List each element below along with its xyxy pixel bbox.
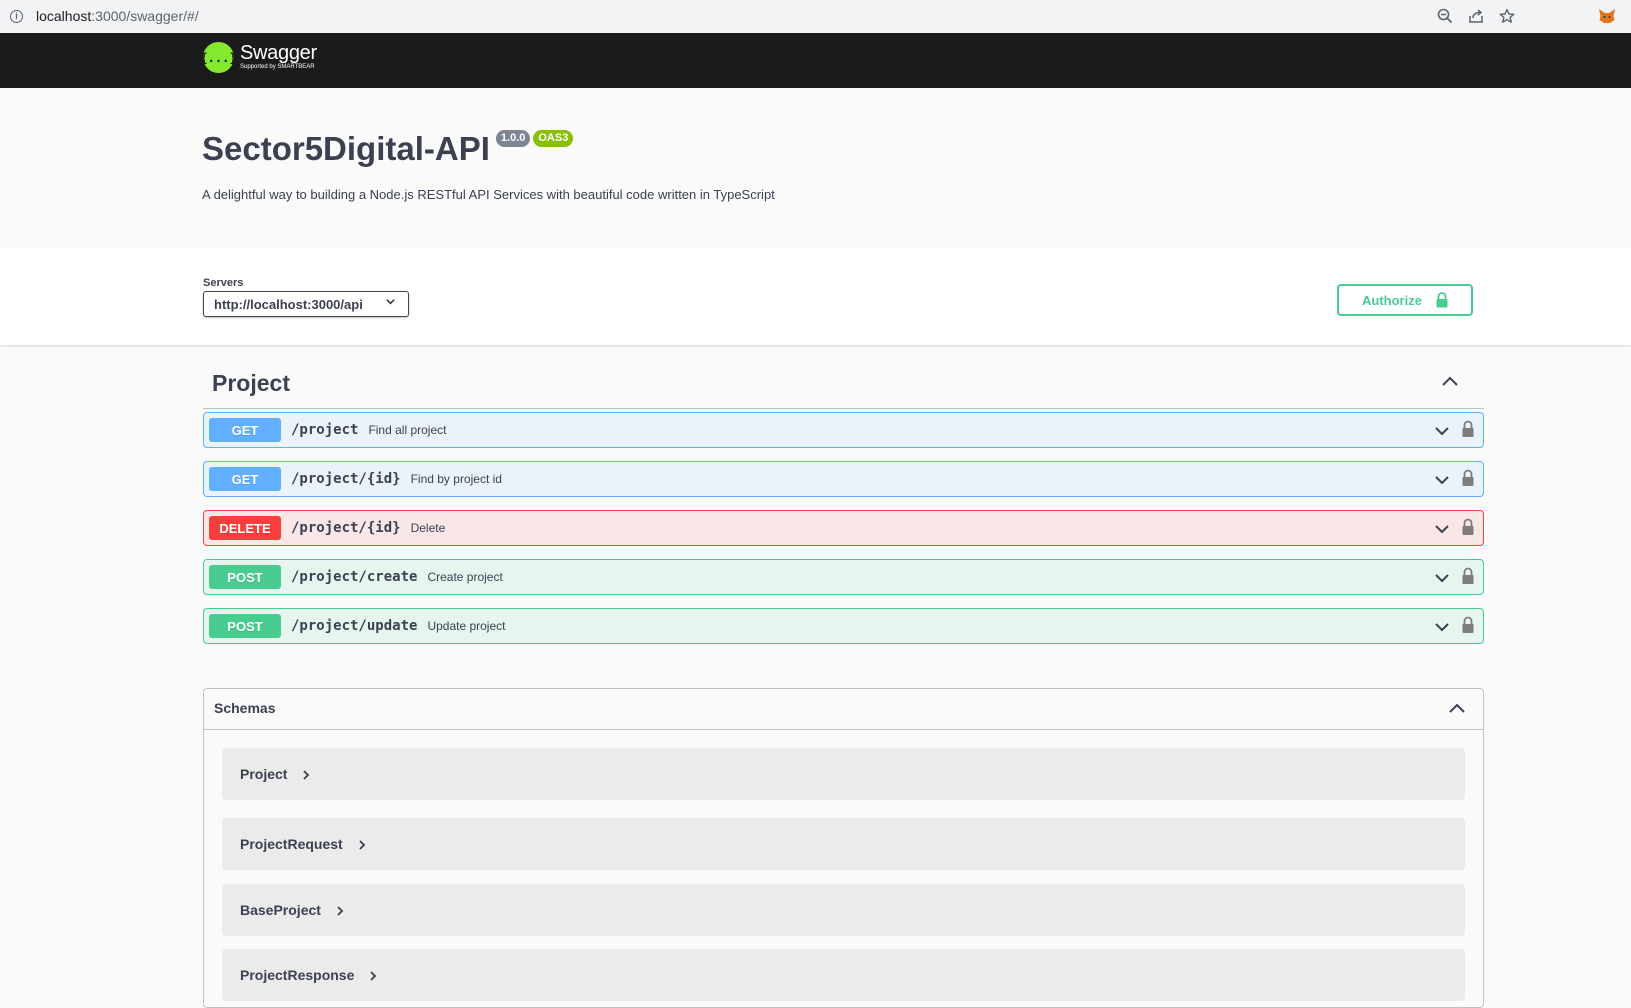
- lock-icon[interactable]: [1461, 616, 1475, 634]
- chevron-down-icon[interactable]: [1433, 520, 1451, 538]
- operation-summary: Find by project id: [410, 472, 502, 486]
- operation-get-project-id[interactable]: GET /project/{id} Find by project id: [203, 461, 1484, 497]
- schema-name: ProjectRequest: [240, 836, 343, 852]
- lock-icon[interactable]: [1461, 567, 1475, 585]
- chevron-right-icon: [368, 969, 378, 981]
- zoom-icon[interactable]: [1435, 6, 1455, 26]
- chevron-down-icon[interactable]: [1433, 618, 1451, 636]
- schema-name: BaseProject: [240, 902, 321, 918]
- schemas-header[interactable]: Schemas: [204, 689, 1483, 730]
- chevron-up-icon[interactable]: [1438, 370, 1462, 394]
- authorize-button[interactable]: Authorize: [1337, 284, 1473, 316]
- api-info: Sector5Digital-API 1.0.0 OAS3 A delightf…: [0, 88, 1631, 248]
- method-badge: POST: [209, 565, 281, 589]
- version-badge: 1.0.0: [495, 130, 531, 147]
- schema-name: Project: [240, 766, 288, 782]
- lock-icon[interactable]: [1461, 420, 1475, 438]
- swagger-topbar: {...} Swagger Supported by SMARTBEAR: [0, 33, 1631, 88]
- operation-path: /project: [291, 422, 359, 438]
- swagger-logo-icon: {...}: [200, 42, 237, 73]
- chevron-down-icon[interactable]: [1433, 471, 1451, 489]
- operation-path: /project/{id}: [291, 520, 401, 536]
- operation-post-project-create[interactable]: POST /project/create Create project: [203, 559, 1484, 595]
- lock-icon: [1436, 292, 1448, 308]
- chevron-down-icon[interactable]: [1433, 422, 1451, 440]
- chevron-right-icon: [357, 838, 367, 850]
- info-icon[interactable]: i: [10, 9, 23, 23]
- scheme-container: Servers http://localhost:3000/api Author…: [0, 248, 1631, 345]
- operation-path: /project/create: [291, 569, 418, 585]
- method-badge: POST: [209, 614, 281, 638]
- servers-select[interactable]: http://localhost:3000/api: [203, 291, 409, 317]
- bookmark-star-icon[interactable]: [1497, 6, 1517, 26]
- schemas-section: Schemas Project ProjectRequest BaseProje…: [203, 688, 1484, 1008]
- browser-toolbar: i localhost:3000/swagger/#/: [0, 0, 1631, 33]
- chevron-right-icon: [301, 768, 311, 780]
- schema-item-project[interactable]: Project: [222, 748, 1465, 800]
- operation-summary: Create project: [427, 570, 503, 584]
- operation-path: /project/{id}: [291, 471, 401, 487]
- tag-section-project[interactable]: Project: [203, 358, 1484, 409]
- chevron-down-icon: [385, 296, 396, 310]
- servers-label: Servers: [203, 277, 244, 289]
- operation-summary: Update project: [427, 619, 506, 633]
- operation-delete-project-id[interactable]: DELETE /project/{id} Delete: [203, 510, 1484, 546]
- tag-title: Project: [212, 370, 290, 396]
- api-description: A delightful way to building a Node.js R…: [202, 187, 775, 202]
- chevron-down-icon[interactable]: [1433, 569, 1451, 587]
- logo-subtitle: Supported by SMARTBEAR: [240, 64, 315, 70]
- schema-item-baseproject[interactable]: BaseProject: [222, 884, 1465, 936]
- operation-summary: Delete: [410, 521, 446, 535]
- operation-get-project[interactable]: GET /project Find all project: [203, 412, 1484, 448]
- address-bar[interactable]: i localhost:3000/swagger/#/: [4, 3, 1592, 29]
- url-text[interactable]: localhost:3000/swagger/#/: [36, 8, 199, 24]
- operation-summary: Find all project: [368, 423, 447, 437]
- logo-wordmark: Swagger: [240, 42, 317, 64]
- lock-icon[interactable]: [1461, 518, 1475, 536]
- api-title: Sector5Digital-API 1.0.0 OAS3: [202, 130, 574, 168]
- schemas-title: Schemas: [214, 700, 276, 716]
- operation-path: /project/update: [291, 618, 418, 634]
- chevron-up-icon[interactable]: [1447, 699, 1467, 719]
- method-badge: DELETE: [209, 516, 281, 540]
- method-badge: GET: [209, 418, 281, 442]
- operation-post-project-update[interactable]: POST /project/update Update project: [203, 608, 1484, 644]
- chevron-right-icon: [335, 904, 345, 916]
- method-badge: GET: [209, 467, 281, 491]
- share-icon[interactable]: [1466, 6, 1486, 26]
- schema-item-projectresponse[interactable]: ProjectResponse: [222, 949, 1465, 1001]
- schema-name: ProjectResponse: [240, 967, 355, 983]
- metamask-extension-icon[interactable]: [1597, 6, 1617, 26]
- schema-item-projectrequest[interactable]: ProjectRequest: [222, 818, 1465, 870]
- oas-badge: OAS3: [533, 130, 574, 147]
- swagger-logo[interactable]: {...} Swagger Supported by SMARTBEAR: [200, 42, 317, 73]
- lock-icon[interactable]: [1461, 469, 1475, 487]
